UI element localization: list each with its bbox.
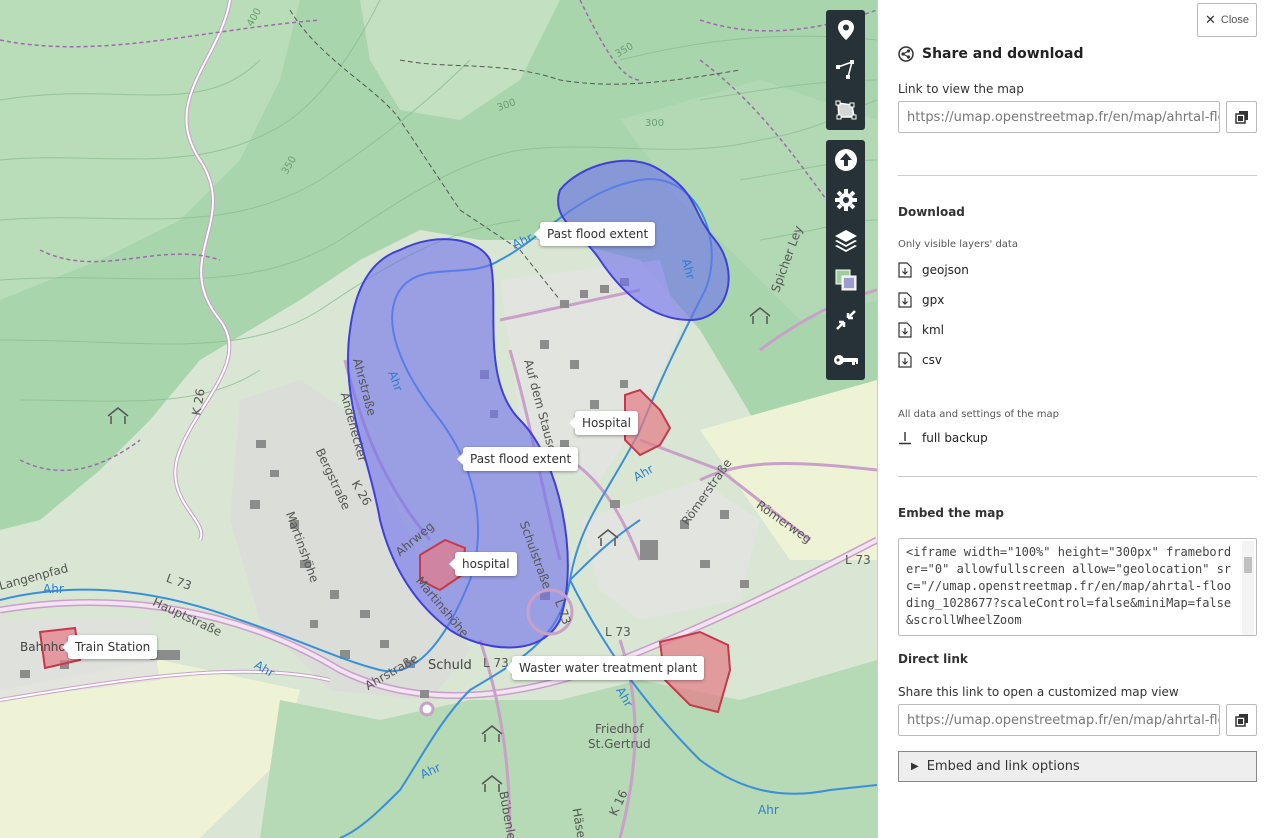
settings-toolbar [826, 140, 865, 380]
place-label: St.Gertrud [588, 737, 651, 751]
format-label: csv [922, 353, 942, 367]
contour-label: 300 [645, 118, 665, 129]
all-data-note: All data and settings of the map [898, 409, 1059, 420]
upload-icon[interactable] [826, 140, 865, 180]
map-canvas[interactable]: Ahr Ahr Ahr Ahr Ahr Ahr Ahr Ahr Ahr K 26… [0, 0, 877, 838]
close-button[interactable]: ✕ Close [1197, 3, 1257, 37]
close-icon: ✕ [1204, 12, 1216, 27]
embed-options-toggle[interactable]: ▶ Embed and link options [898, 751, 1257, 782]
format-label: kml [922, 323, 944, 337]
download-kml-link[interactable]: kml [898, 322, 944, 338]
file-download-icon [898, 322, 912, 338]
scrollbar-thumb[interactable] [1244, 557, 1252, 573]
close-label: Close [1220, 14, 1250, 26]
tooltip-flood-extent-north[interactable]: Past flood extent [533, 222, 656, 246]
share-panel: ✕ Close Share and download Link to view … [877, 0, 1273, 838]
full-backup-label: full backup [922, 431, 988, 445]
river-label: Ahr [43, 582, 64, 596]
tooltip-hospital-upper[interactable]: Hospital [569, 411, 638, 435]
embed-options-label: Embed and link options [926, 759, 1080, 774]
embed-heading: Embed the map [898, 506, 1004, 520]
download-heading: Download [898, 205, 965, 219]
direct-link-note: Share this link to open a customized map… [898, 685, 1179, 699]
river-label: Ahr [758, 803, 779, 817]
copy-link-button[interactable] [1226, 101, 1257, 133]
place-label-schuld: Schuld [428, 658, 472, 673]
format-label: geojson [922, 263, 969, 277]
copy-icon [1234, 714, 1248, 727]
download-geojson-link[interactable]: geojson [898, 262, 969, 278]
road-label-l73: L 73 [605, 625, 631, 639]
download-icon [899, 432, 911, 445]
download-csv-link[interactable]: csv [898, 352, 942, 368]
tilelayer-icon[interactable] [826, 260, 865, 300]
key-icon[interactable] [826, 340, 865, 380]
file-download-icon [898, 292, 912, 308]
file-download-icon [898, 262, 912, 278]
center-icon[interactable] [826, 300, 865, 340]
divider [898, 476, 1257, 477]
embed-code-text: <iframe width="100%" height="300px" fram… [906, 545, 1232, 627]
visible-layers-note: Only visible layers' data [898, 239, 1018, 250]
tooltip-hospital-lower[interactable]: hospital [449, 552, 517, 576]
gear-icon[interactable] [826, 180, 865, 220]
road-label-l73: L 73 [845, 553, 871, 567]
road-label-l73: L 73 [483, 656, 509, 670]
link-label: Link to view the map [898, 82, 1024, 96]
panel-title: Share and download [898, 46, 1084, 62]
tooltip-train-station[interactable]: Train Station [61, 635, 158, 659]
caret-right-icon: ▶ [911, 761, 919, 772]
tooltip-flood-extent-main[interactable]: Past flood extent [456, 447, 579, 471]
divider [898, 175, 1257, 176]
layers-icon[interactable] [826, 220, 865, 260]
share-icon [898, 46, 914, 62]
embed-code-textarea[interactable]: <iframe width="100%" height="300px" fram… [898, 538, 1257, 636]
map-tiles [0, 0, 877, 838]
full-backup-link[interactable]: full backup [898, 431, 988, 445]
textarea-scrollbar[interactable] [1242, 541, 1254, 635]
map-link-input[interactable]: https://umap.openstreetmap.fr/en/map/ahr… [898, 101, 1220, 133]
download-gpx-link[interactable]: gpx [898, 292, 944, 308]
copy-direct-link-button[interactable] [1226, 704, 1257, 736]
panel-title-text: Share and download [922, 46, 1084, 62]
place-label: Friedhof [595, 722, 644, 736]
direct-link-input[interactable]: https://umap.openstreetmap.fr/en/map/ahr… [898, 704, 1220, 736]
marker-icon[interactable] [826, 10, 865, 50]
copy-icon [1234, 111, 1248, 124]
tooltip-wastewater-plant[interactable]: Waster water treatment plant [505, 656, 705, 680]
polygon-icon[interactable] [826, 90, 865, 130]
file-download-icon [898, 352, 912, 368]
format-label: gpx [922, 293, 945, 307]
polyline-icon[interactable] [826, 50, 865, 90]
edit-toolbar [826, 10, 865, 130]
direct-link-heading: Direct link [898, 652, 968, 666]
